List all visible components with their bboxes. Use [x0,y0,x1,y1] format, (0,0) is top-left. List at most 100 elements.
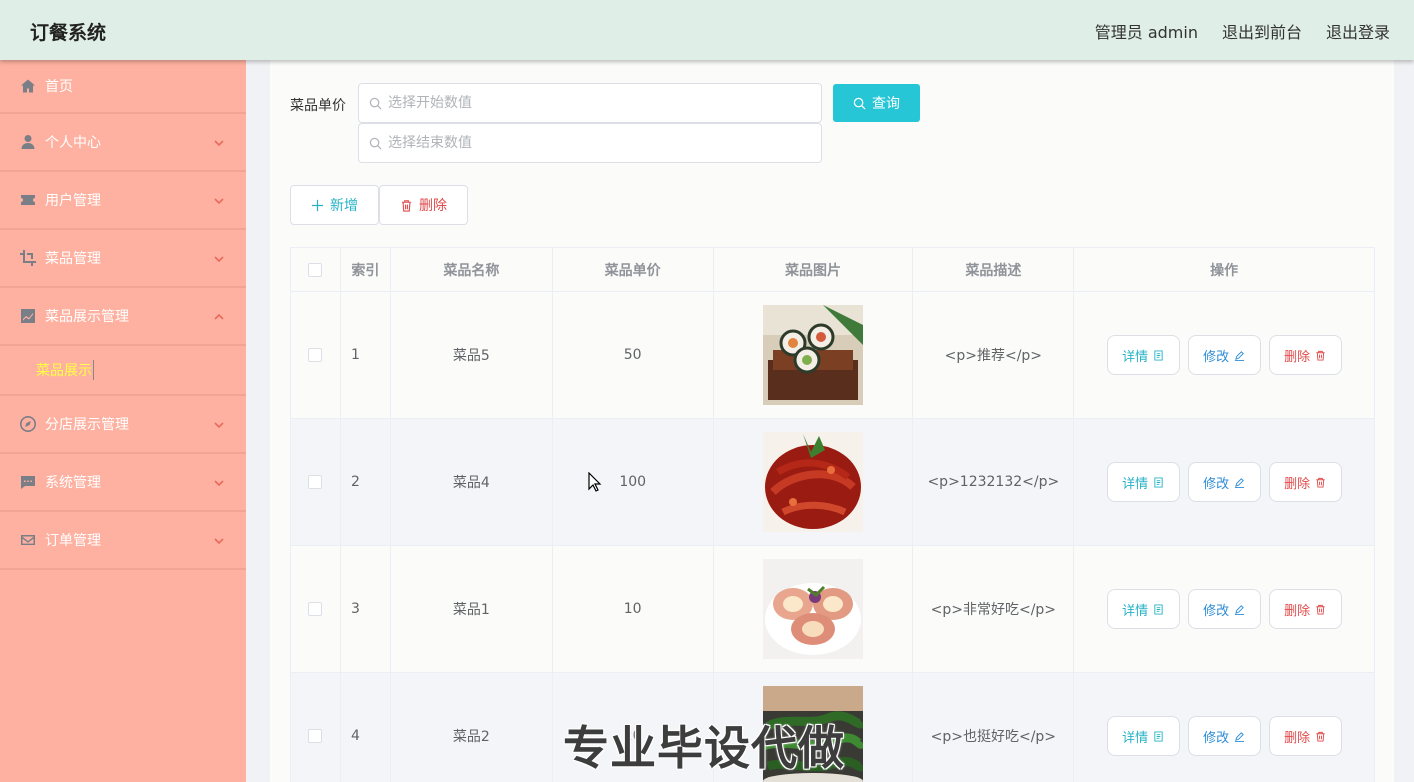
sidebar-item-label: 首页 [45,79,73,95]
row-operations: 详情 修改 删除 [1074,419,1375,546]
row-index: 4 [341,673,391,782]
edit-button[interactable]: 修改 [1187,716,1261,756]
row-description: <p>1232132</p> [913,419,1075,546]
detail-button[interactable]: 详情 [1106,589,1180,629]
table-row: 1 菜品5 50 <p>推荐</p> 详情 修改 删除 [291,292,1375,419]
trash-icon [1316,604,1325,615]
sidebar-item-dish-display-management[interactable]: 菜品展示管理 [0,288,246,346]
row-description: <p>推荐</p> [913,292,1075,419]
price-start-input[interactable] [388,95,788,111]
detail-button-label: 详情 [1122,476,1149,492]
dish-image-crayfish[interactable] [763,432,864,532]
sidebar-item-dish-management[interactable]: 菜品管理 [0,230,246,288]
sidebar-item-personal-center[interactable]: 个人中心 [0,114,246,172]
admin-label[interactable]: 管理员 admin [1095,19,1198,43]
watermark-text: 专业毕设代做 [563,721,845,775]
edit-button-label: 修改 [1203,349,1230,365]
back-to-front-link[interactable]: 退出到前台 [1222,19,1302,43]
price-end-input[interactable] [388,135,788,151]
row-checkbox[interactable] [308,729,323,743]
sidebar-item-user-management[interactable]: 用户管理 [0,172,246,230]
batch-delete-button-label: 删除 [419,198,447,214]
sidebar-item-label: 系统管理 [45,475,101,491]
document-icon [1154,349,1163,361]
delete-button[interactable]: 删除 [1268,589,1342,629]
table-row: 2 菜品4 100 <p>1232132</p> 详情 修改 删除 [291,419,1375,546]
sidebar-item-home[interactable]: 首页 [0,60,246,114]
edit-button[interactable]: 修改 [1187,335,1261,375]
document-icon [1154,730,1163,742]
document-icon [1154,603,1163,615]
submenu-item-dish-display[interactable]: 菜品展示 [36,360,94,380]
edit-button[interactable]: 修改 [1187,462,1261,502]
sidebar-item-label: 菜品展示管理 [45,309,129,325]
crop-icon [20,250,36,266]
chevron-down-icon [214,194,224,205]
row-price: 100 [552,419,714,546]
dish-image-sushi[interactable] [763,305,864,405]
row-image-cell [713,419,914,546]
ticket-icon [20,192,36,208]
compass-icon [20,416,36,432]
delete-button[interactable]: 删除 [1268,335,1342,375]
row-select-cell [291,673,341,782]
header-name: 菜品名称 [390,248,553,292]
row-checkbox[interactable] [308,602,323,616]
chevron-down-icon [214,252,224,263]
chart-icon [20,308,36,324]
search-icon [853,97,866,110]
dish-table: 索引 菜品名称 菜品单价 菜品图片 菜品描述 操作 1 菜品5 50 <p>推荐… [290,247,1375,782]
chevron-up-icon [214,310,224,320]
submenu-dish-display: 菜品展示 [0,346,246,396]
header-operations: 操作 [1074,248,1375,292]
app-title: 订餐系统 [30,22,107,44]
row-index: 3 [340,546,391,673]
select-all-checkbox[interactable] [308,262,323,277]
trash-icon [1316,731,1325,742]
edit-button-label: 修改 [1203,603,1230,619]
price-start-field[interactable] [358,83,822,123]
edit-button-label: 修改 [1203,476,1230,492]
logout-link[interactable]: 退出登录 [1326,19,1390,43]
header-select-all [291,248,341,292]
detail-button-label: 详情 [1122,349,1149,365]
sidebar-item-order-management[interactable]: 订单管理 [0,512,246,570]
home-icon [20,78,36,94]
delete-button[interactable]: 删除 [1268,716,1342,756]
row-operations: 详情 修改 删除 [1074,673,1375,782]
top-header: 订餐系统 管理员 admin 退出到前台 退出登录 [0,0,1414,60]
table-header: 索引 菜品名称 菜品单价 菜品图片 菜品描述 操作 [291,248,1375,292]
row-image-cell [713,292,914,419]
delete-button-label: 删除 [1284,349,1311,365]
user-icon [20,134,36,150]
delete-button[interactable]: 删除 [1268,462,1342,502]
edit-icon [1235,350,1245,361]
sidebar-item-system-management[interactable]: 系统管理 [0,454,246,512]
edit-button[interactable]: 修改 [1187,589,1261,629]
sidebar-item-label: 个人中心 [45,135,101,151]
chat-icon [20,474,36,490]
header-actions: 管理员 admin 退出到前台 退出登录 [1095,19,1390,43]
detail-button[interactable]: 详情 [1106,462,1180,502]
row-checkbox[interactable] [308,348,323,362]
sidebar-item-label: 分店展示管理 [45,417,129,433]
price-end-field[interactable] [358,123,822,163]
sidebar-item-label: 用户管理 [45,193,101,209]
row-image-cell [713,546,914,673]
sidebar-item-label: 菜品管理 [45,251,101,267]
trash-icon [1316,477,1325,488]
query-button[interactable]: 查询 [833,84,920,122]
sidebar-item-branch-display-management[interactable]: 分店展示管理 [0,396,246,454]
row-checkbox[interactable] [308,475,323,489]
header-price: 菜品单价 [552,248,714,292]
row-operations: 详情 修改 删除 [1074,546,1375,673]
row-name: 菜品4 [390,419,553,546]
dish-image-scallops[interactable] [763,559,864,659]
add-button[interactable]: 新增 [290,185,379,225]
row-name: 菜品2 [391,673,553,782]
detail-button[interactable]: 详情 [1106,716,1180,756]
mouse-cursor-icon [588,472,602,492]
edit-icon [1235,731,1245,742]
detail-button[interactable]: 详情 [1106,335,1180,375]
batch-delete-button[interactable]: 删除 [379,185,468,225]
